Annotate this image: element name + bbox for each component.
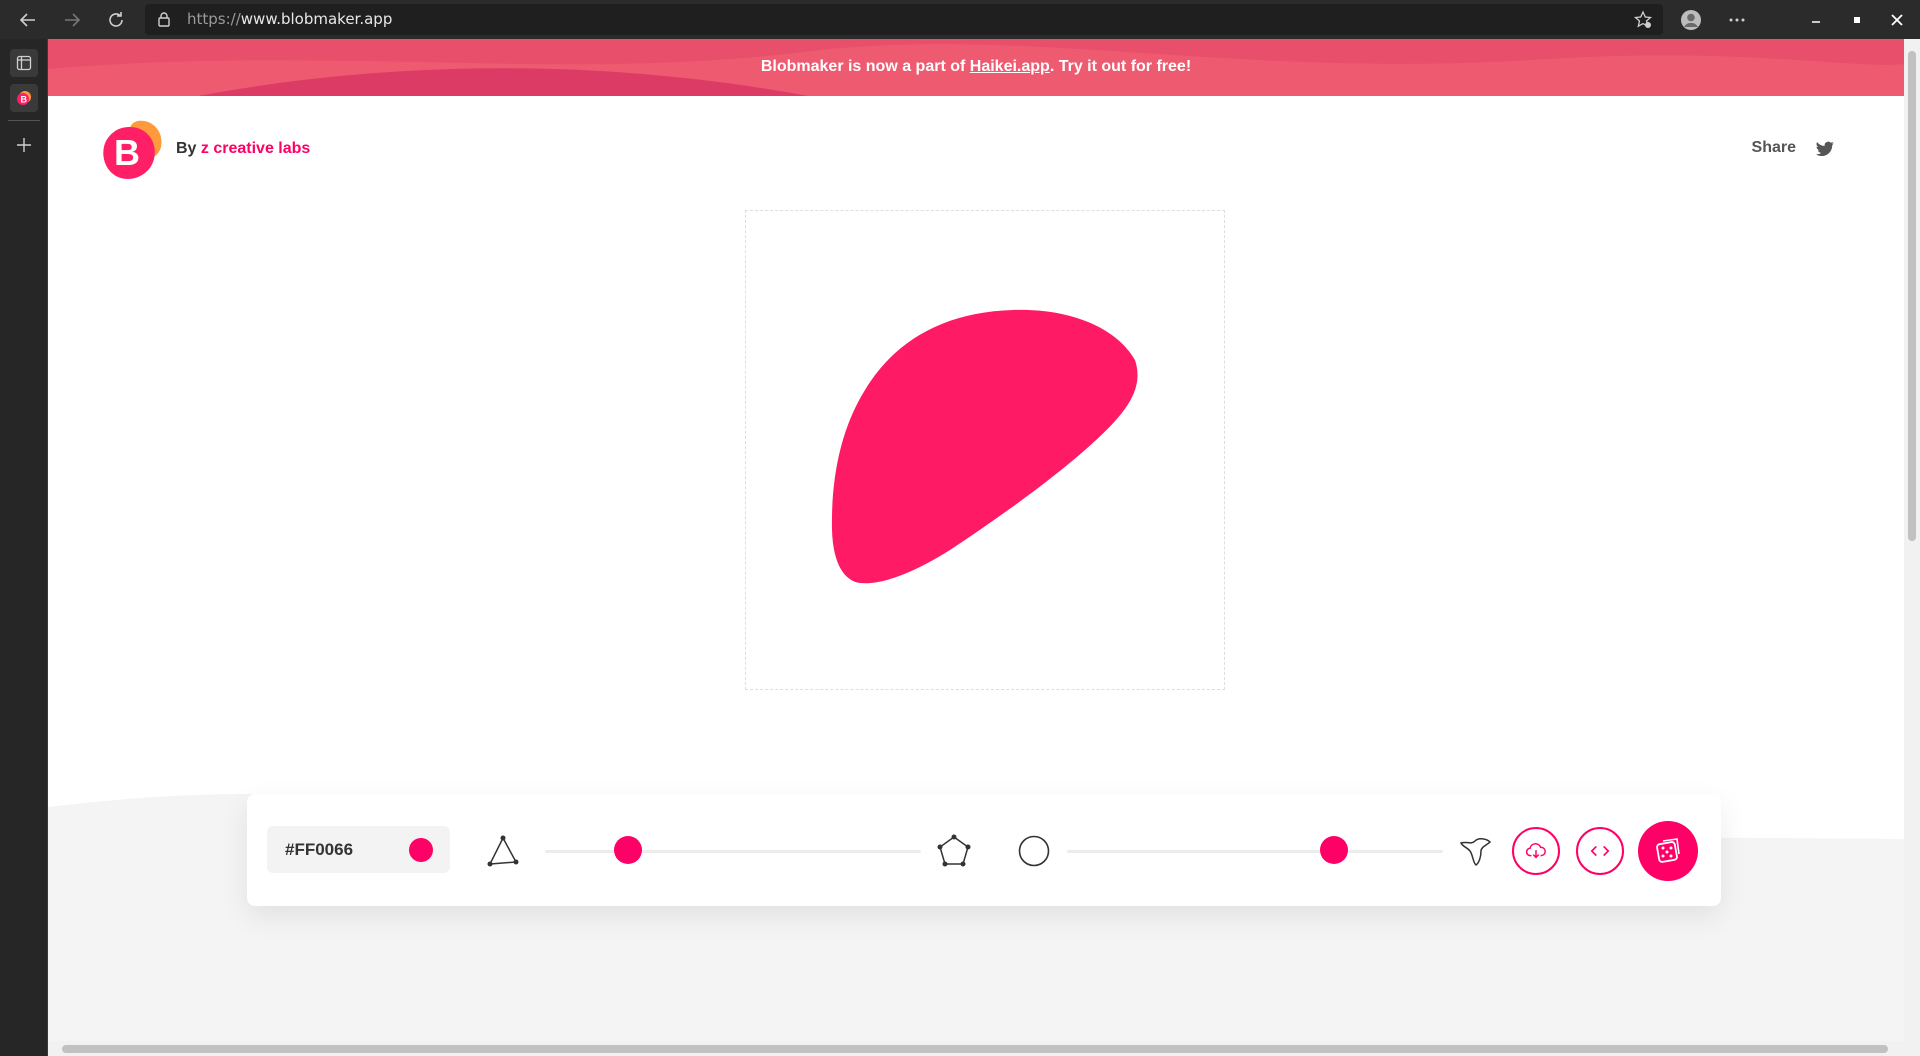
download-icon: [1525, 843, 1546, 859]
profile-icon: [1681, 9, 1701, 30]
horizontal-scroll-thumb[interactable]: [62, 1045, 1888, 1053]
minimize-icon: [1812, 20, 1820, 23]
pentagon-icon: [937, 834, 971, 867]
banner-text: Blobmaker is now a part of Haikei.app. T…: [760, 58, 1192, 75]
horizontal-scrollbar[interactable]: [48, 1041, 1904, 1056]
color-hex-value: #FF0066: [285, 840, 354, 859]
code-button[interactable]: [1576, 827, 1624, 875]
announcement-banner[interactable]: Blobmaker is now a part of Haikei.app. T…: [48, 39, 1904, 96]
vertical-scrollbar[interactable]: [1904, 39, 1920, 1056]
minimize-button[interactable]: [1793, 0, 1839, 39]
forward-arrow-icon: [65, 13, 81, 27]
reload-icon: [109, 12, 123, 27]
complexity-slider-track[interactable]: [545, 850, 921, 853]
close-icon: [1891, 13, 1903, 26]
forward-button[interactable]: [58, 6, 86, 34]
browser-toolbar: https://www.blobmaker.app: [0, 0, 1920, 39]
download-button[interactable]: [1512, 827, 1560, 875]
url-text: https://www.blobmaker.app: [187, 10, 393, 28]
color-swatch[interactable]: [409, 838, 433, 862]
favorites-icon[interactable]: [1633, 10, 1653, 30]
code-icon: [1590, 845, 1610, 857]
profile-button[interactable]: [1668, 0, 1714, 39]
blob-controls-toolbar: #FF0066: [247, 794, 1721, 906]
triangle-icon: [487, 835, 519, 867]
web-page: Blobmaker is now a part of Haikei.app. T…: [48, 39, 1904, 1041]
tab-blobmaker[interactable]: B: [10, 84, 38, 112]
contrast-slider-handle[interactable]: [1319, 836, 1348, 864]
randomize-button[interactable]: [1638, 821, 1698, 881]
lock-icon: [158, 12, 170, 27]
maximize-icon: [1854, 16, 1860, 23]
tab-panel-button[interactable]: [10, 49, 38, 77]
new-tab-button[interactable]: [10, 131, 38, 159]
circle-icon: [1018, 835, 1050, 867]
twitter-icon[interactable]: [1816, 141, 1834, 157]
contrast-slider-track[interactable]: [1067, 850, 1443, 853]
more-icon: [1729, 18, 1745, 21]
share-label[interactable]: Share: [1752, 139, 1796, 157]
blob-shape: [831, 309, 1138, 584]
more-menu-button[interactable]: [1714, 0, 1760, 39]
back-arrow-icon: [19, 13, 35, 27]
complexity-slider-handle[interactable]: [613, 836, 642, 864]
vertical-scroll-thumb[interactable]: [1908, 51, 1916, 541]
back-button[interactable]: [14, 6, 42, 34]
dice-icon: [1656, 838, 1680, 863]
blobmaker-logo[interactable]: B: [100, 119, 162, 181]
svg-text:B: B: [114, 132, 140, 173]
blobmaker-favicon-icon: B: [17, 91, 31, 105]
svg-text:B: B: [21, 95, 28, 105]
logo-icon: B: [103, 120, 162, 179]
haikei-link[interactable]: Haikei.app: [970, 58, 1050, 75]
star-blob-icon: [1459, 838, 1492, 866]
color-picker-input[interactable]: #FF0066: [267, 826, 450, 873]
byline: By z creative labs: [176, 140, 311, 157]
tab-panel-icon: [16, 55, 32, 71]
brand-link[interactable]: z creative labs: [201, 140, 310, 157]
reload-button[interactable]: [102, 6, 130, 34]
address-bar[interactable]: https://www.blobmaker.app: [145, 4, 1663, 35]
browser-sidebar: B: [0, 39, 48, 1056]
sidebar-divider: [8, 120, 40, 121]
close-button[interactable]: [1874, 0, 1920, 39]
new-tab-icon: [17, 138, 31, 152]
